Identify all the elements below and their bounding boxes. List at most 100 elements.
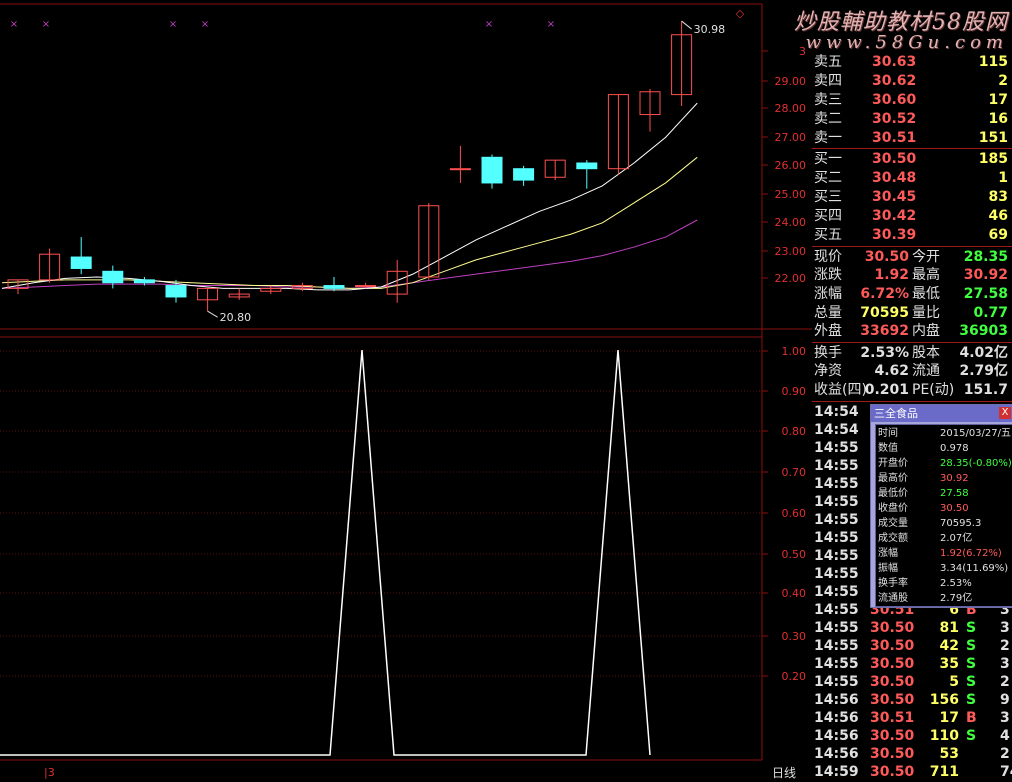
ma-mid-line <box>1 156 698 289</box>
candle-body <box>481 156 503 184</box>
ask-volume: 115 <box>978 54 1008 70</box>
quote-value: 151.7 <box>963 382 1008 398</box>
quote-row: 收益(四) 0.201 PE(动) 151.7 <box>812 381 1012 400</box>
tick-time: 14:56 <box>814 746 859 762</box>
tick-price: 30.50 <box>870 746 915 762</box>
period-label[interactable]: 日线 <box>772 764 796 781</box>
candle-body <box>513 168 535 181</box>
bid-row[interactable]: 买四 30.42 46 <box>812 207 1012 226</box>
price-tick-label: 23.00 <box>775 245 807 258</box>
indicator-tick-label: 0.30 <box>782 630 807 643</box>
popup-label: 流通股 <box>878 593 908 604</box>
quote-label: 换手 <box>814 345 842 361</box>
popup-label: 成交量 <box>878 518 908 529</box>
chart-area[interactable]: 3 29.00 28.00 27.00 26.00 25.00 24.00 23.00 22.0… <box>0 0 812 780</box>
signal-marker: × <box>10 19 18 30</box>
ask-row[interactable]: 卖三 30.60 17 <box>812 91 1012 110</box>
popup-label: 开盘价 <box>878 458 908 469</box>
quote-label: 最高 <box>912 267 940 283</box>
low-label: 20.80 <box>220 311 252 324</box>
tick-side: S <box>966 674 977 690</box>
popup-title-bar[interactable]: 三全食品 X <box>871 405 1012 422</box>
price-tick-label: 29.00 <box>775 75 807 88</box>
bid-volume: 1 <box>998 170 1008 186</box>
quote-label: 涨幅 <box>814 286 842 302</box>
popup-row: 流通股 2.79亿 <box>876 591 1012 606</box>
tick-time: 14:54 <box>814 422 859 438</box>
ask-label: 卖三 <box>814 92 842 108</box>
tick-count: 3 <box>1000 710 1010 726</box>
tick-row: 14:56 30.50 53 2 <box>812 745 1012 764</box>
popup-label: 数值 <box>878 443 898 454</box>
quote-row: 涨跌 1.92 最高 30.92 <box>812 266 1012 285</box>
popup-value: 28.35(-0.80%) <box>940 458 1012 469</box>
bid-label: 买一 <box>814 151 842 167</box>
tick-row: 14:59 30.50 711 74 <box>812 763 1012 782</box>
quote-value: 6.72% <box>860 286 909 302</box>
quote-label: 股本 <box>912 345 940 361</box>
price-tick-label: 26.00 <box>775 159 807 172</box>
data-popup[interactable]: 三全食品 X 时间 2015/03/27/五数值 0.978 开盘价 28.35(-0.… <box>870 404 1012 608</box>
popup-row: 成交额 2.07亿 <box>876 531 1012 546</box>
kline-chart[interactable]: 329.0028.0027.0026.0025.0024.0023.0022.0… <box>0 0 812 780</box>
popup-row: 时间 2015/03/27/五 <box>876 426 1012 441</box>
tick-time: 14:55 <box>814 530 859 546</box>
indicator-tick-label: 1.00 <box>782 345 807 358</box>
close-icon[interactable]: X <box>999 407 1011 419</box>
price-tick-label: 22.00 <box>775 272 807 285</box>
quote-label: PE(动) <box>912 382 955 398</box>
bid-row[interactable]: 买一 30.50 185 <box>812 150 1012 169</box>
tick-time: 14:55 <box>814 674 859 690</box>
bid-row[interactable]: 买五 30.39 69 <box>812 226 1012 245</box>
tick-time: 14:55 <box>814 638 859 654</box>
signal-marker: × <box>169 19 177 30</box>
bid-price: 30.45 <box>872 189 917 205</box>
tick-row: 14:56 30.50 110 S 4 <box>812 727 1012 746</box>
tick-row: 14:55 30.50 42 S 2 <box>812 637 1012 656</box>
tick-price: 30.50 <box>870 656 915 672</box>
tick-row: 14:55 30.50 81 S 3 <box>812 619 1012 638</box>
popup-row: 最低价 27.58 <box>876 486 1012 501</box>
price-tick-label: 28.00 <box>775 102 807 115</box>
price-tick-label: 27.00 <box>775 131 807 144</box>
quote-label: 净资 <box>814 363 842 379</box>
popup-label: 最低价 <box>878 488 908 499</box>
ask-row[interactable]: 卖二 30.52 16 <box>812 110 1012 129</box>
ask-row[interactable]: 卖一 30.51 151 <box>812 129 1012 148</box>
bid-row[interactable]: 买三 30.45 83 <box>812 188 1012 207</box>
ma-short-line <box>1 102 698 291</box>
tick-side: B <box>966 710 977 726</box>
tick-time: 14:55 <box>814 602 859 618</box>
tick-time: 14:56 <box>814 728 859 744</box>
ask-row[interactable]: 卖四 30.62 2 <box>812 72 1012 91</box>
quote-label: 量比 <box>912 305 940 321</box>
popup-row: 涨幅 1.92(6.72%) <box>876 546 1012 561</box>
bid-row[interactable]: 买二 30.48 1 <box>812 169 1012 188</box>
indicator-tick-label: 0.70 <box>782 466 807 479</box>
quote-value: 0.77 <box>973 305 1008 321</box>
quote-value: 2.53% <box>860 345 909 361</box>
price-tick-label: 24.00 <box>775 216 807 229</box>
tick-time: 14:55 <box>814 548 859 564</box>
tick-volume: 81 <box>939 620 959 636</box>
ask-row[interactable]: 卖五 30.63 115 <box>812 53 1012 72</box>
tick-time: 14:54 <box>814 404 859 420</box>
indicator-tick-label: 0.80 <box>782 425 807 438</box>
tick-time: 14:55 <box>814 512 859 528</box>
tick-time: 14:55 <box>814 440 859 456</box>
popup-label: 收盘价 <box>878 503 908 514</box>
tick-time: 14:55 <box>814 620 859 636</box>
popup-value: 70595.3 <box>940 518 982 529</box>
tick-side: S <box>966 620 977 636</box>
bottom-indicator-label: |3 <box>44 766 55 779</box>
quote-row: 换手 2.53% 股本 4.02亿 <box>812 344 1012 363</box>
bid-volume: 46 <box>988 208 1008 224</box>
tick-price: 30.50 <box>870 620 915 636</box>
indicator-tick-label: 0.50 <box>782 548 807 561</box>
ask-price: 30.62 <box>872 73 917 89</box>
tick-time: 14:55 <box>814 494 859 510</box>
bid-price: 30.42 <box>872 208 917 224</box>
popup-value: 0.978 <box>940 443 969 454</box>
signal-marker: × <box>201 19 209 30</box>
popup-label: 振幅 <box>878 563 898 574</box>
